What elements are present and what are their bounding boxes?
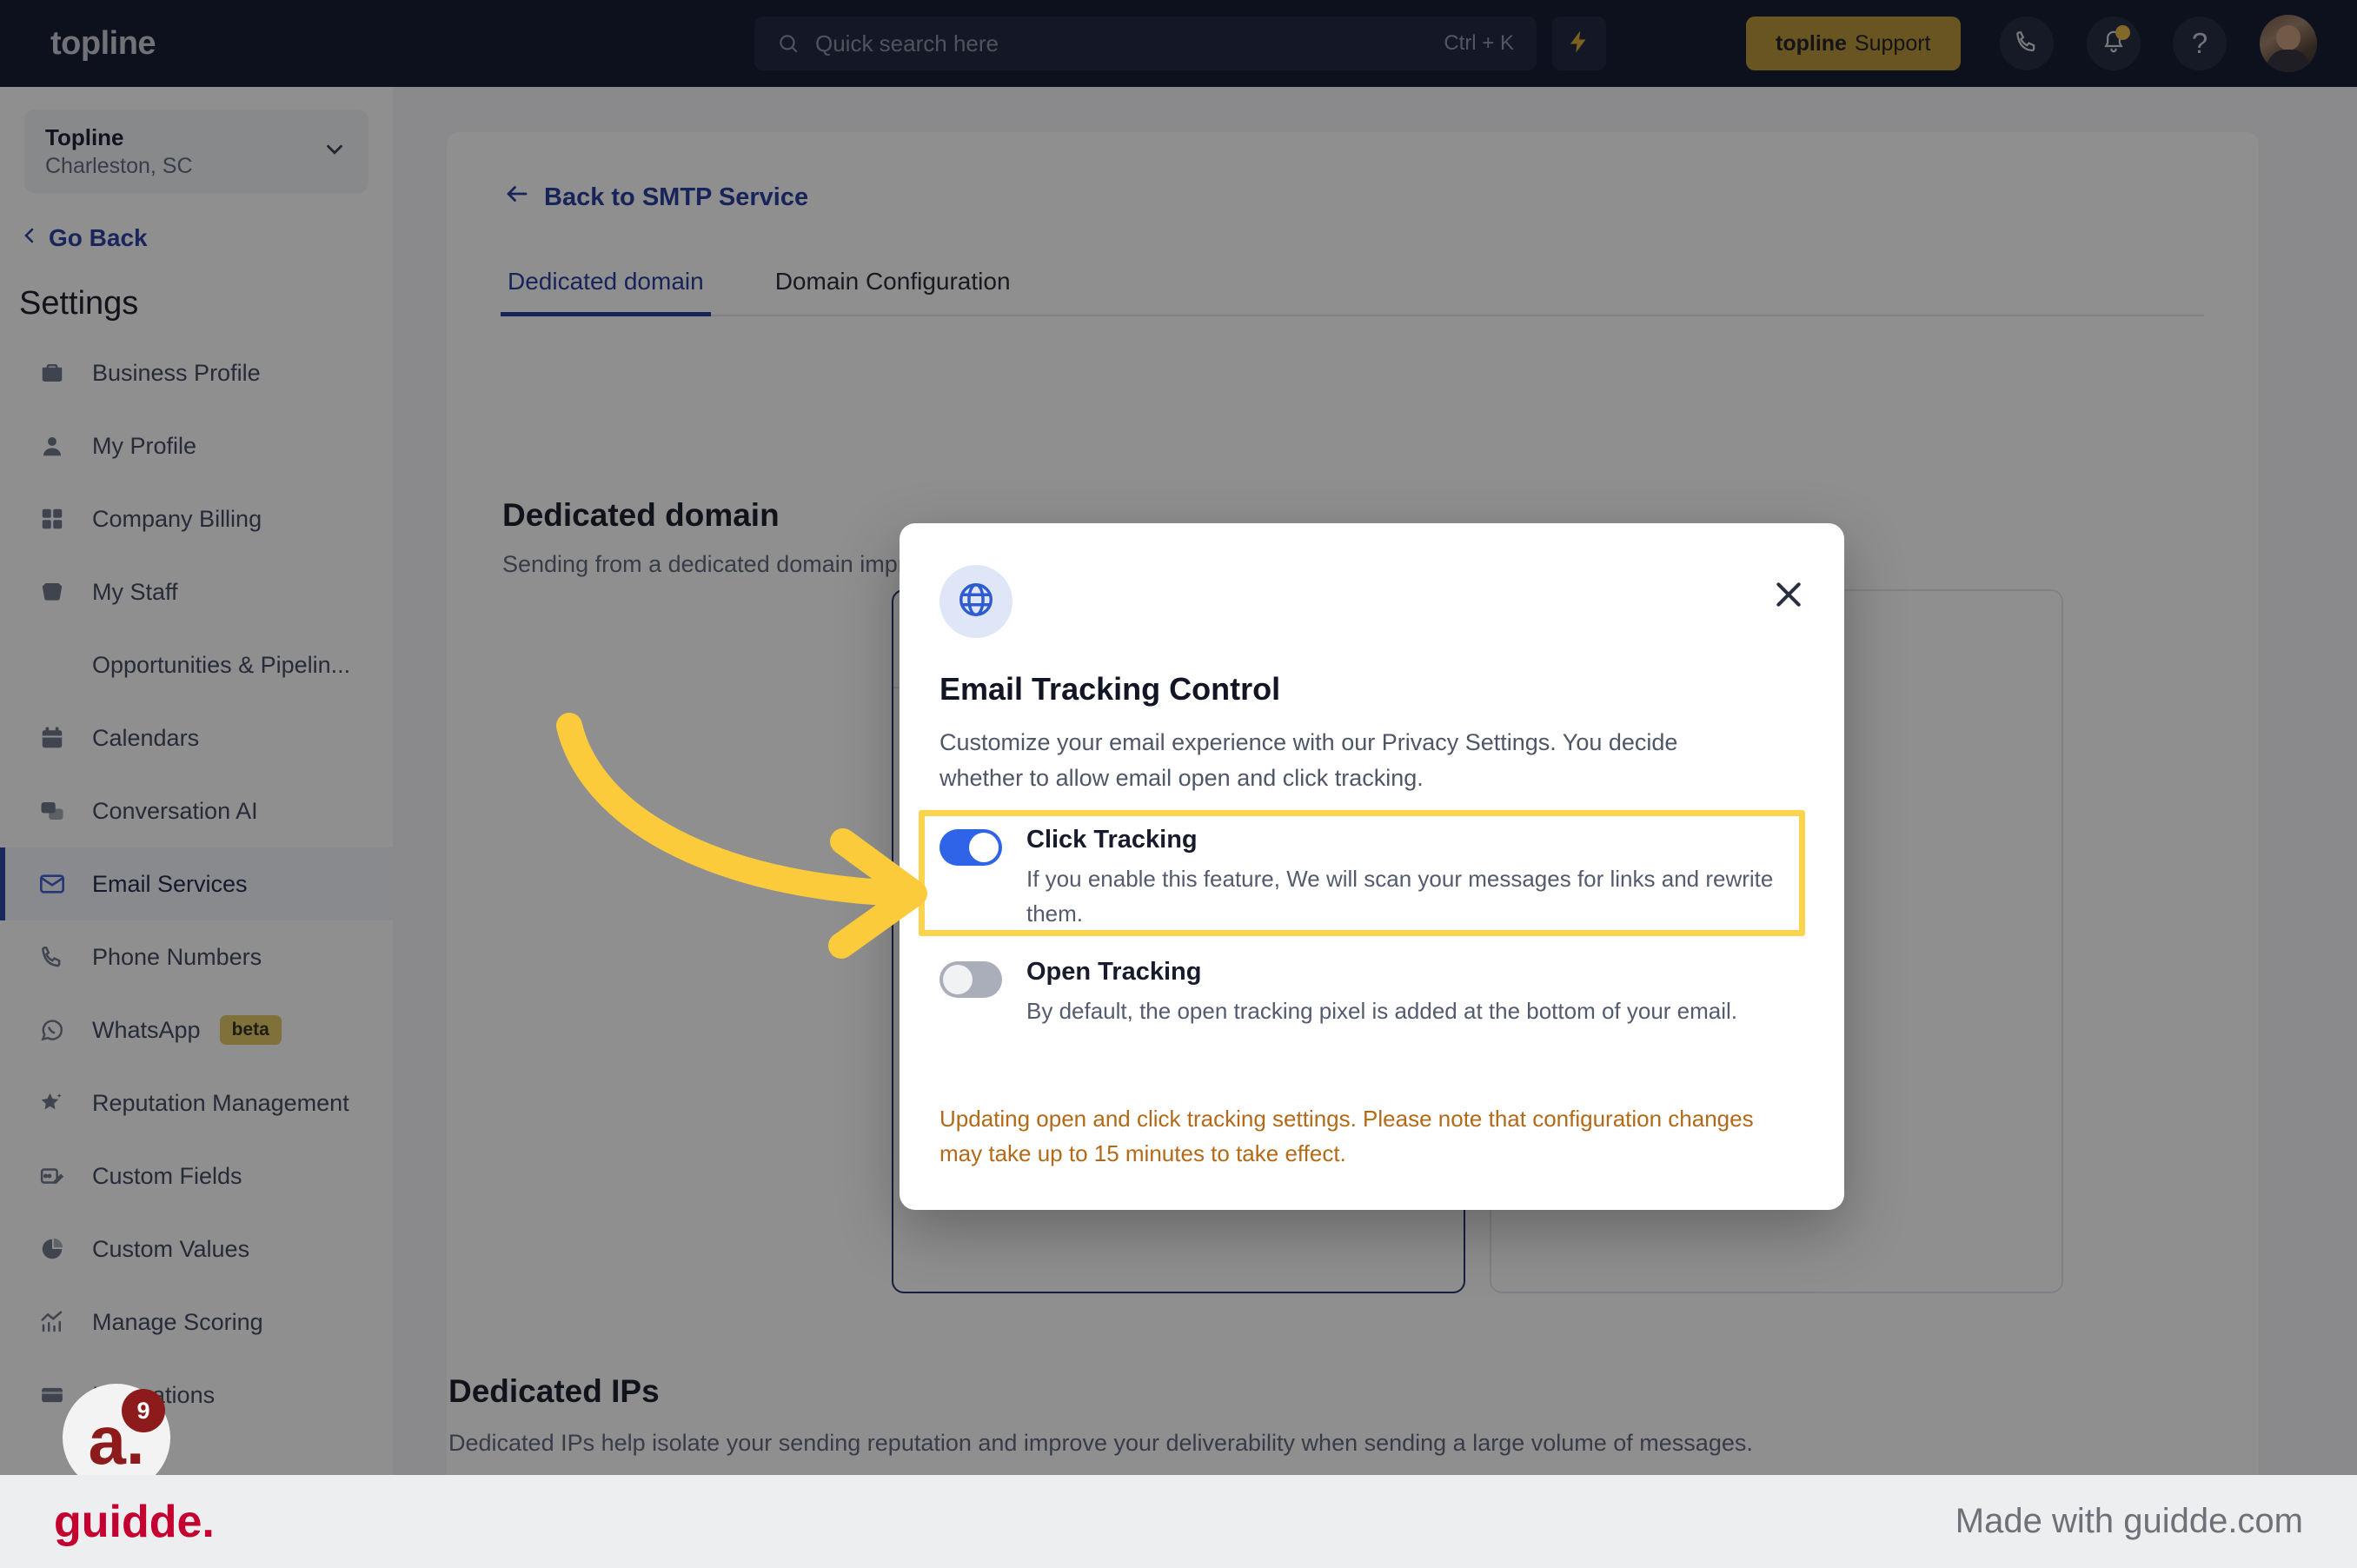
app-root: topline Quick search here Ctrl + K topli… (0, 0, 2357, 1568)
footer: guidde. Made with guidde.com (0, 1475, 2357, 1568)
toggle-knob (943, 965, 973, 994)
guidde-footer-logo: guidde. (54, 1496, 215, 1547)
click-tracking-description: If you enable this feature, We will scan… (1026, 866, 1774, 927)
open-tracking-toggle[interactable] (939, 961, 1002, 998)
made-with-guidde-label: Made with guidde.com (1955, 1502, 2303, 1540)
click-tracking-toggle[interactable] (939, 829, 1002, 866)
open-tracking-description: By default, the open tracking pixel is a… (1026, 998, 1738, 1024)
globe-icon-wrapper (939, 565, 1013, 638)
click-tracking-row[interactable]: Click Tracking If you enable this featur… (939, 826, 1809, 932)
open-tracking-row[interactable]: Open Tracking By default, the open track… (939, 958, 1809, 1028)
guidde-step-count: 9 (122, 1389, 165, 1432)
toggle-knob (969, 833, 999, 862)
click-tracking-label: Click Tracking (1026, 826, 1198, 854)
warning-message: Updating open and click tracking setting… (939, 1106, 1754, 1167)
globe-icon (956, 580, 996, 624)
close-button[interactable] (1771, 577, 1806, 612)
modal-description: Customize your email experience with our… (939, 729, 1678, 792)
close-icon (1771, 582, 1806, 615)
open-tracking-label: Open Tracking (1026, 958, 1202, 986)
email-tracking-control-modal: Email Tracking Control Customize your em… (900, 523, 1844, 1210)
modal-title: Email Tracking Control (939, 671, 1281, 707)
